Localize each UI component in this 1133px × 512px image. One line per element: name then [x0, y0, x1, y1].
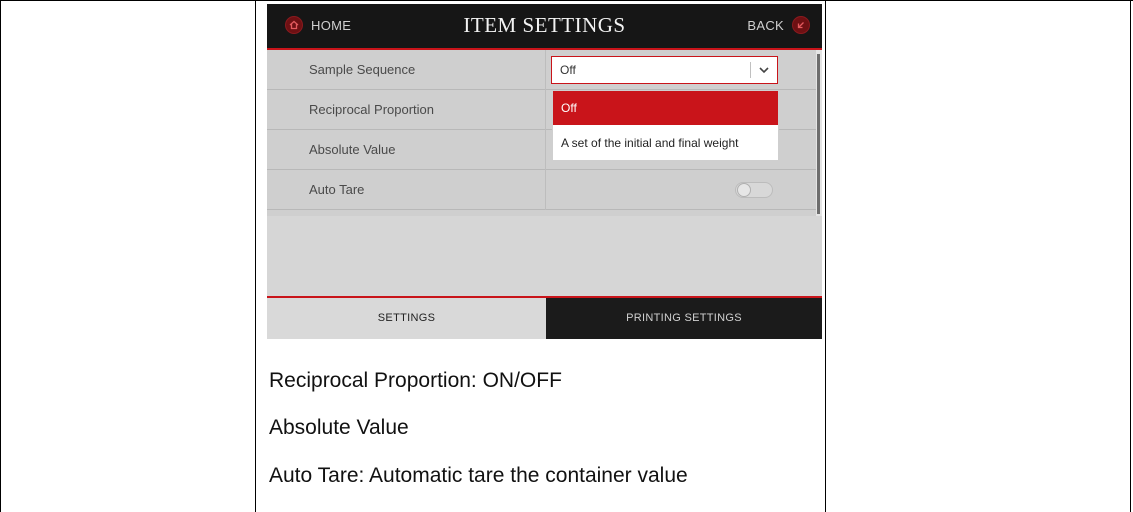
- table-border-left: [0, 0, 1, 512]
- setting-label: Reciprocal Proportion: [309, 102, 435, 117]
- tab-label: SETTINGS: [377, 312, 436, 324]
- description-absolute-value: Absolute Value: [269, 416, 409, 439]
- list-scrollbar[interactable]: [817, 54, 820, 214]
- tab-label: PRINTING SETTINGS: [626, 312, 742, 324]
- row-column-divider: [545, 130, 546, 170]
- option-label: A set of the initial and final weight: [561, 136, 739, 150]
- tab-printing-settings[interactable]: PRINTING SETTINGS: [546, 298, 822, 339]
- home-label: HOME: [311, 17, 352, 33]
- chevron-down-icon: [757, 62, 771, 78]
- tab-settings[interactable]: SETTINGS: [267, 298, 546, 339]
- back-button[interactable]: BACK: [747, 16, 810, 34]
- table-column-divider-right: [825, 0, 826, 512]
- sample-sequence-dropdown: Off A set of the initial and final weigh…: [552, 90, 779, 161]
- setting-row-auto-tare: Auto Tare: [267, 170, 816, 210]
- dropdown-option-off[interactable]: Off: [553, 91, 778, 125]
- home-button[interactable]: HOME: [285, 16, 351, 34]
- device-screenshot: HOME ITEM SETTINGS BACK Sample Sequence …: [267, 4, 822, 339]
- option-label: Off: [561, 101, 577, 115]
- row-column-divider: [545, 90, 546, 130]
- empty-content-area: [267, 216, 822, 296]
- select-separator: [750, 62, 751, 78]
- row-column-divider: [545, 170, 546, 210]
- back-label: BACK: [747, 17, 784, 33]
- dropdown-option-initial-final-weight[interactable]: A set of the initial and final weight: [553, 126, 778, 160]
- description-reciprocal-proportion: Reciprocal Proportion: ON/OFF: [269, 369, 562, 392]
- top-bar: HOME ITEM SETTINGS BACK: [267, 4, 822, 48]
- back-arrow-icon: [792, 16, 810, 34]
- table-border-top: [0, 0, 1133, 1]
- table-border-right: [1130, 0, 1131, 512]
- settings-list: Sample Sequence Off Reciprocal Proportio…: [267, 50, 816, 216]
- setting-label: Sample Sequence: [309, 62, 416, 77]
- auto-tare-toggle[interactable]: [735, 182, 773, 198]
- document-table: HOME ITEM SETTINGS BACK Sample Sequence …: [0, 0, 1133, 512]
- table-column-divider-left: [255, 0, 256, 512]
- setting-row-sample-sequence: Sample Sequence Off: [267, 50, 816, 90]
- home-icon: [285, 16, 303, 34]
- sample-sequence-select[interactable]: Off: [551, 56, 778, 84]
- row-column-divider: [545, 50, 546, 90]
- setting-label: Auto Tare: [309, 182, 365, 197]
- setting-label: Absolute Value: [309, 142, 396, 157]
- toggle-knob: [737, 183, 751, 197]
- select-value: Off: [560, 63, 576, 77]
- description-auto-tare: Auto Tare: Automatic tare the container …: [269, 464, 688, 487]
